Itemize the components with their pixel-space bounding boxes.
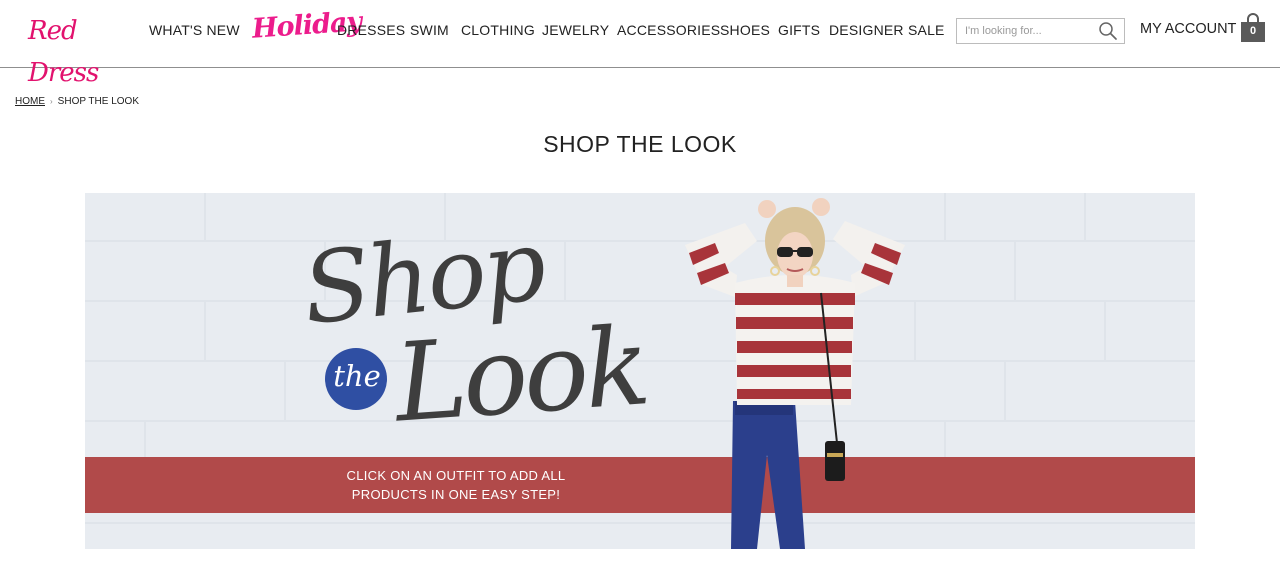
nav-designer[interactable]: DESIGNER bbox=[829, 22, 904, 38]
brand-logo[interactable]: Red Dress bbox=[28, 10, 128, 88]
promo-strip bbox=[85, 457, 1195, 513]
site-header: Red Dress WHAT'S NEW Holiday DRESSES SWI… bbox=[0, 0, 1280, 88]
breadcrumb-home-link[interactable]: HOME bbox=[15, 96, 45, 107]
promo-text: CLICK ON AN OUTFIT TO ADD ALL PRODUCTS I… bbox=[285, 466, 627, 504]
banner-script-look: Look bbox=[390, 304, 651, 447]
my-account-link[interactable]: MY ACCOUNT bbox=[1140, 21, 1236, 37]
search-input[interactable] bbox=[957, 19, 1089, 43]
cart-count-badge: 0 bbox=[1249, 25, 1257, 37]
nav-whats-new[interactable]: WHAT'S NEW bbox=[149, 22, 240, 38]
nav-jewelry[interactable]: JEWELRY bbox=[542, 22, 609, 38]
promo-line-1: CLICK ON AN OUTFIT TO ADD ALL bbox=[346, 468, 566, 483]
nav-swim[interactable]: SWIM bbox=[410, 22, 449, 38]
banner-script-the: the bbox=[333, 359, 381, 393]
nav-dresses[interactable]: DRESSES bbox=[337, 22, 405, 38]
promo-line-2: PRODUCTS IN ONE EASY STEP! bbox=[351, 487, 561, 502]
nav-accessories[interactable]: ACCESSORIES bbox=[617, 22, 720, 38]
search-box bbox=[956, 18, 1125, 44]
page-title: SHOP THE LOOK bbox=[543, 131, 737, 157]
shop-the-look-banner[interactable]: Shop the Look CLICK ON AN OUTFIT TO ADD … bbox=[85, 193, 1195, 549]
breadcrumb-separator-icon: › bbox=[50, 97, 53, 106]
nav-clothing[interactable]: CLOTHING bbox=[461, 22, 535, 38]
nav-shoes[interactable]: SHOES bbox=[720, 22, 770, 38]
search-icon[interactable] bbox=[1098, 21, 1118, 41]
breadcrumb-current: SHOP THE LOOK bbox=[57, 96, 139, 107]
breadcrumb: HOME › SHOP THE LOOK bbox=[15, 96, 139, 107]
model-photo bbox=[685, 198, 905, 549]
logo-text: Red Dress bbox=[28, 16, 99, 88]
nav-gifts[interactable]: GIFTS bbox=[778, 22, 820, 38]
nav-sale[interactable]: SALE bbox=[908, 22, 945, 38]
